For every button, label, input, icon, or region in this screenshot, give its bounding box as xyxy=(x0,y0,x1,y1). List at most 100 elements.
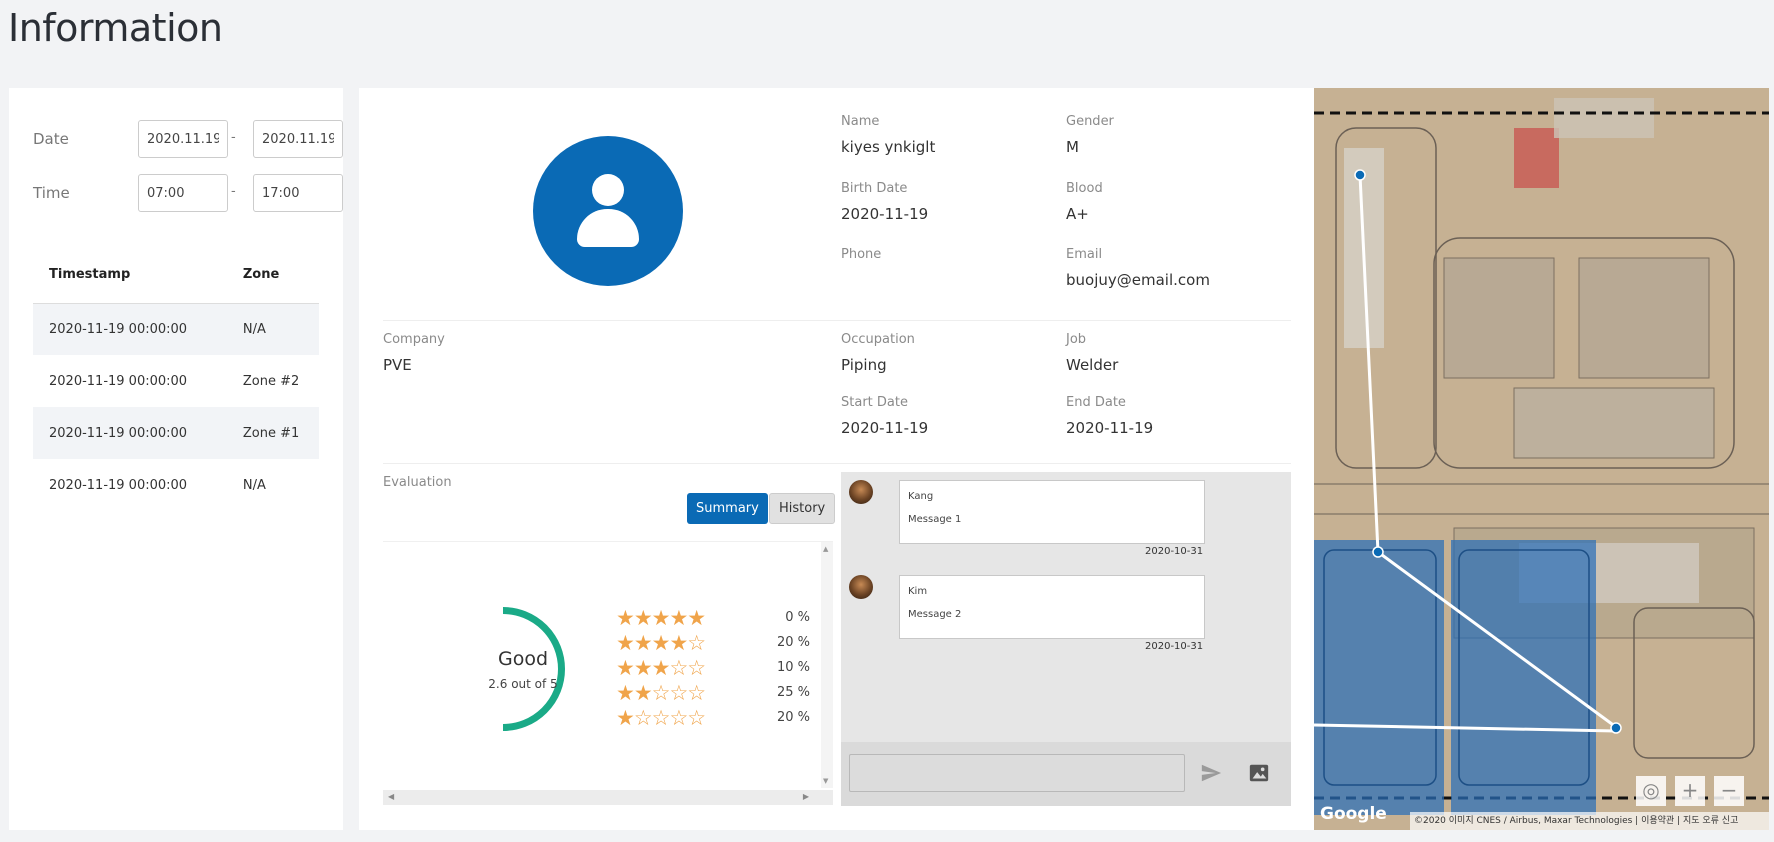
end-date-field: End Date 2020-11-19 xyxy=(1066,395,1153,437)
send-icon[interactable] xyxy=(1200,762,1222,784)
rating-percent: 20 % xyxy=(776,710,810,725)
date-separator: - xyxy=(231,130,236,145)
scroll-left-icon[interactable]: ◀ xyxy=(388,792,394,801)
stars-icon: ★★☆☆☆ xyxy=(616,681,706,705)
stars-icon: ★★★☆☆ xyxy=(616,656,706,680)
phone-label: Phone xyxy=(841,247,882,262)
message-bubble: Kim Message 2 xyxy=(899,575,1205,639)
scroll-down-icon[interactable]: ▼ xyxy=(823,777,828,785)
time-from-input[interactable] xyxy=(138,174,228,212)
occupation-label: Occupation xyxy=(841,332,915,347)
timestamp-cell: 2020-11-19 00:00:00 xyxy=(33,407,233,459)
zone-log-table: Timestamp Zone 2020-11-19 00:00:00 N/A 2… xyxy=(33,246,319,511)
route-marker[interactable] xyxy=(1610,722,1622,734)
email-label: Email xyxy=(1066,247,1103,262)
avatar xyxy=(849,480,873,504)
blood-label: Blood xyxy=(1066,181,1103,196)
time-separator: - xyxy=(231,184,236,199)
route-marker[interactable] xyxy=(1372,546,1384,558)
scroll-right-icon[interactable]: ▶ xyxy=(803,792,809,801)
timestamp-cell: 2020-11-19 00:00:00 xyxy=(49,477,188,493)
comment-panel: Kang Message 1 2020-10-31 Kim Message 2 … xyxy=(841,472,1291,806)
table-row[interactable]: 2020-11-19 00:00:00 N/A xyxy=(33,459,319,511)
message-text: Message 2 xyxy=(908,609,962,620)
rating-row-1: ★☆☆☆☆ 20 % xyxy=(616,706,816,731)
name-label: Name xyxy=(841,114,880,129)
table-row[interactable]: 2020-11-19 00:00:00 N/A xyxy=(33,303,319,355)
date-label: Date xyxy=(33,130,69,148)
blood-field: Blood A+ xyxy=(1066,181,1103,223)
page-title: Information xyxy=(8,6,223,50)
site-block xyxy=(1578,257,1710,379)
rating-percent: 20 % xyxy=(776,635,810,650)
locate-icon[interactable]: ◎ xyxy=(1636,776,1666,806)
rating-row-4: ★★★★☆ 20 % xyxy=(616,631,816,656)
route-marker[interactable] xyxy=(1354,169,1366,181)
company-value: PVE xyxy=(383,356,412,374)
zone-area[interactable] xyxy=(1451,540,1596,815)
blood-value: A+ xyxy=(1066,205,1089,223)
end-date-value: 2020-11-19 xyxy=(1066,419,1154,437)
map-attribution[interactable]: ©2020 이미지 CNES / Airbus, Maxar Technolog… xyxy=(1410,812,1769,830)
stars-icon: ★☆☆☆☆ xyxy=(616,706,706,730)
start-date-field: Start Date 2020-11-19 xyxy=(841,395,928,437)
chat-input[interactable] xyxy=(849,754,1185,792)
rating-row-5: ★★★★★ 0 % xyxy=(616,606,816,631)
company-field: Company PVE xyxy=(383,332,445,374)
scroll-up-icon[interactable]: ▲ xyxy=(823,545,828,553)
zoom-in-icon[interactable]: + xyxy=(1675,776,1705,806)
date-filter: Date - xyxy=(33,120,343,158)
message-date: 2020-10-31 xyxy=(1145,641,1204,652)
end-date-label: End Date xyxy=(1066,395,1126,410)
time-label: Time xyxy=(33,184,70,202)
occupation-value: Piping xyxy=(841,356,887,374)
table-row[interactable]: 2020-11-19 00:00:00 Zone #2 xyxy=(33,355,319,407)
google-logo: Google xyxy=(1320,804,1387,824)
gender-field: Gender M xyxy=(1066,114,1114,156)
site-building xyxy=(1554,98,1654,138)
gender-label: Gender xyxy=(1066,114,1114,129)
evaluation-summary: Good 2.6 out of 5 ★★★★★ 0 % ★★★★☆ 20 % ★… xyxy=(383,541,833,805)
start-date-label: Start Date xyxy=(841,395,908,410)
job-field: Job Welder xyxy=(1066,332,1118,374)
tab-history[interactable]: History xyxy=(769,493,836,524)
stars-icon: ★★★★☆ xyxy=(616,631,706,655)
zone-cell: N/A xyxy=(232,303,319,355)
zone-cell: N/A xyxy=(242,477,266,493)
image-icon[interactable] xyxy=(1248,762,1270,784)
email-value: buojuy@email.com xyxy=(1066,271,1210,289)
birth-date-value: 2020-11-19 xyxy=(841,205,929,223)
divider xyxy=(383,463,1291,464)
table-row[interactable]: 2020-11-19 00:00:00 Zone #1 xyxy=(33,407,319,459)
vertical-scrollbar[interactable]: ▲ ▼ xyxy=(821,542,833,788)
col-header-zone[interactable]: Zone xyxy=(232,246,319,304)
time-filter: Time - xyxy=(33,174,343,212)
zone-cell: Zone #1 xyxy=(232,407,319,459)
start-date-value: 2020-11-19 xyxy=(841,419,929,437)
filter-panel: Date - Time - Timestamp Zone 2020-11-19 … xyxy=(9,88,343,830)
time-to-input[interactable] xyxy=(253,174,343,212)
message-author: Kang xyxy=(908,491,934,502)
zone-area[interactable] xyxy=(1314,540,1444,815)
phone-field: Phone xyxy=(841,247,881,271)
message-bubble: Kang Message 1 xyxy=(899,480,1205,544)
horizontal-scrollbar[interactable]: ◀ ▶ xyxy=(383,790,833,805)
tab-summary[interactable]: Summary xyxy=(687,493,768,524)
rating-row-2: ★★☆☆☆ 25 % xyxy=(616,681,816,706)
site-map[interactable]: ◎ + − Google ©2020 이미지 CNES / Airbus, Ma… xyxy=(1314,88,1769,830)
zone-cell: Zone #2 xyxy=(242,373,300,389)
job-label: Job xyxy=(1066,332,1087,347)
name-value: kiyes ynkiglt xyxy=(841,138,936,156)
name-field: Name kiyes ynkiglt xyxy=(841,114,935,156)
date-from-input[interactable] xyxy=(138,120,228,158)
rating-word: Good xyxy=(497,648,549,670)
timestamp-cell: 2020-11-19 00:00:00 xyxy=(33,303,233,355)
email-field: Email buojuy@email.com xyxy=(1066,247,1210,289)
col-header-timestamp[interactable]: Timestamp xyxy=(33,246,233,304)
date-to-input[interactable] xyxy=(253,120,343,158)
occupation-field: Occupation Piping xyxy=(841,332,915,374)
job-value: Welder xyxy=(1066,356,1119,374)
company-label: Company xyxy=(383,332,445,347)
map-overlay xyxy=(1314,88,1769,830)
zoom-out-icon[interactable]: − xyxy=(1714,776,1744,806)
